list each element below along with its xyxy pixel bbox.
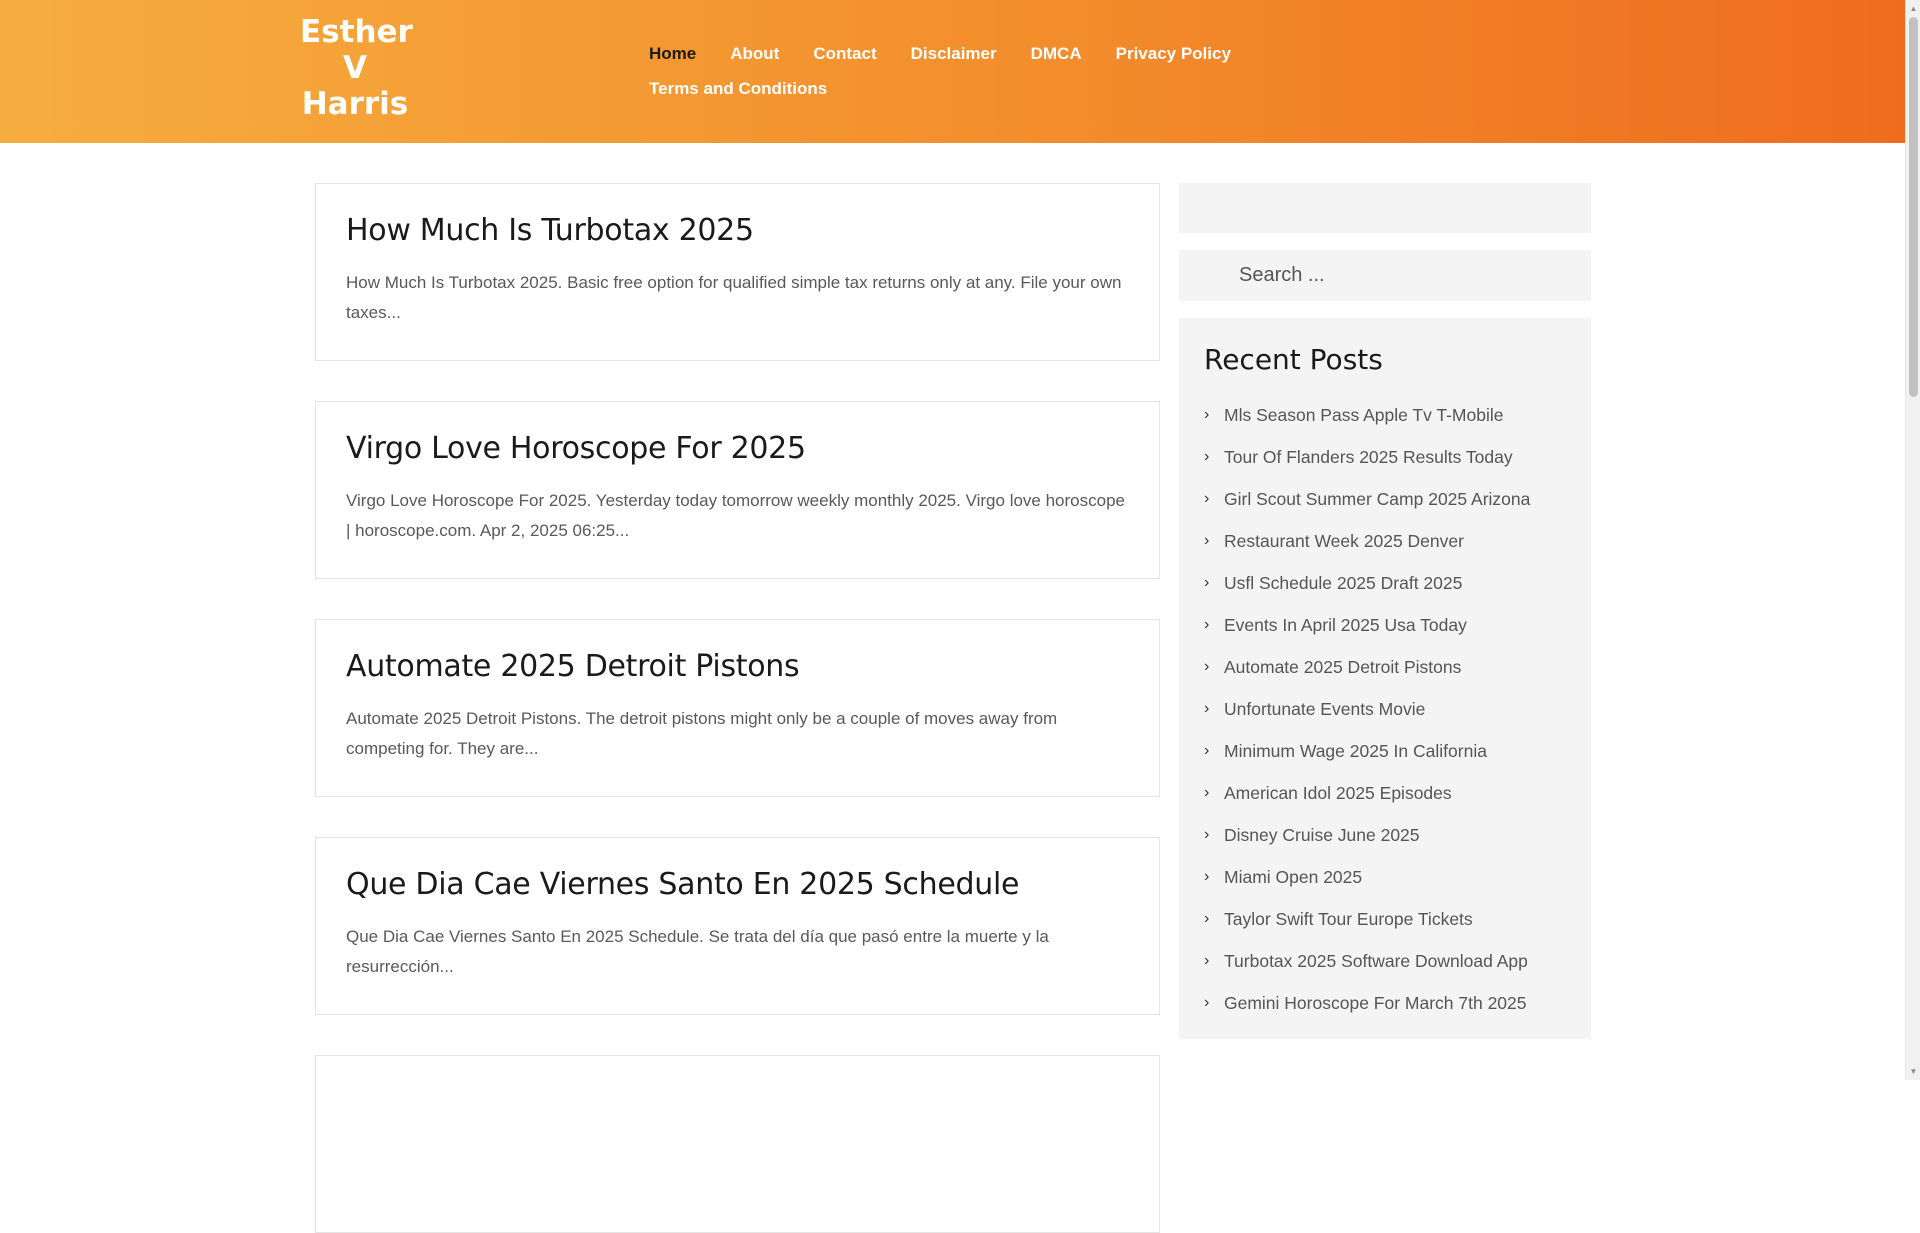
post-excerpt: Virgo Love Horoscope For 2025. Yesterday… bbox=[346, 491, 1125, 540]
recent-posts-widget: Recent Posts › Mls Season Pass Apple Tv T… bbox=[1179, 318, 1591, 1039]
recent-post-link[interactable]: Turbotax 2025 Software Download App bbox=[1224, 951, 1528, 972]
recent-post-link[interactable]: Disney Cruise June 2025 bbox=[1224, 825, 1420, 846]
recent-post-link[interactable]: Gemini Horoscope For March 7th 2025 bbox=[1224, 993, 1527, 1014]
nav-item-dmca[interactable]: DMCA bbox=[1031, 44, 1082, 64]
recent-post-item[interactable]: › Disney Cruise June 2025 bbox=[1204, 814, 1566, 856]
chevron-right-icon: › bbox=[1204, 868, 1210, 885]
arrow-down-icon[interactable]: ▼ bbox=[1906, 1063, 1920, 1080]
chevron-right-icon: › bbox=[1204, 700, 1210, 717]
post-card: Automate 2025 Detroit Pistons Automate 2… bbox=[315, 619, 1160, 797]
chevron-right-icon: › bbox=[1204, 490, 1210, 507]
scrollbar-thumb[interactable] bbox=[1909, 17, 1918, 397]
site-header: Esther V Harris Home About Contact Discl… bbox=[0, 0, 1905, 143]
main-nav: Home About Contact Disclaimer DMCA Priva… bbox=[649, 36, 1249, 106]
page-scrollbar[interactable]: ▲ ▼ bbox=[1905, 0, 1920, 1080]
chevron-right-icon: › bbox=[1204, 574, 1210, 591]
brand-line: V bbox=[343, 50, 367, 86]
chevron-right-icon: › bbox=[1204, 826, 1210, 843]
recent-posts-title: Recent Posts bbox=[1204, 343, 1383, 376]
chevron-right-icon: › bbox=[1204, 616, 1210, 633]
recent-post-link[interactable]: Usfl Schedule 2025 Draft 2025 bbox=[1224, 573, 1462, 594]
nav-row: Terms and Conditions bbox=[649, 71, 1249, 106]
recent-post-item[interactable]: › Events In April 2025 Usa Today bbox=[1204, 604, 1566, 646]
chevron-right-icon: › bbox=[1204, 448, 1210, 465]
recent-post-item[interactable]: › Mls Season Pass Apple Tv T-Mobile bbox=[1204, 394, 1566, 436]
arrow-up-icon[interactable]: ▲ bbox=[1906, 0, 1920, 17]
recent-post-item[interactable]: › Unfortunate Events Movie bbox=[1204, 688, 1566, 730]
search-input[interactable] bbox=[1179, 250, 1591, 301]
post-title-link[interactable]: How Much Is Turbotax 2025 bbox=[346, 212, 1129, 250]
recent-post-item[interactable]: › Miami Open 2025 bbox=[1204, 856, 1566, 898]
recent-posts-list: › Mls Season Pass Apple Tv T-Mobile › Tour … bbox=[1204, 394, 1566, 1024]
recent-post-item[interactable]: › American Idol 2025 Episodes bbox=[1204, 772, 1566, 814]
post-card bbox=[315, 1055, 1160, 1233]
post-excerpt: Que Dia Cae Viernes Santo En 2025 Schedu… bbox=[346, 927, 1049, 976]
recent-post-item[interactable]: › Minimum Wage 2025 In California bbox=[1204, 730, 1566, 772]
nav-item-home[interactable]: Home bbox=[649, 44, 696, 64]
recent-post-link[interactable]: Miami Open 2025 bbox=[1224, 867, 1362, 888]
recent-post-link[interactable]: American Idol 2025 Episodes bbox=[1224, 783, 1452, 804]
recent-post-item[interactable]: › Automate 2025 Detroit Pistons bbox=[1204, 646, 1566, 688]
chevron-right-icon: › bbox=[1204, 994, 1210, 1011]
recent-post-item[interactable]: › Taylor Swift Tour Europe Tickets bbox=[1204, 898, 1566, 940]
brand-line: Esther bbox=[300, 14, 413, 50]
nav-item-terms[interactable]: Terms and Conditions bbox=[649, 79, 827, 99]
post-title-link[interactable]: Virgo Love Horoscope For 2025 bbox=[346, 430, 1129, 468]
nav-item-privacy-policy[interactable]: Privacy Policy bbox=[1116, 44, 1231, 64]
chevron-right-icon: › bbox=[1204, 406, 1210, 423]
recent-post-link[interactable]: Restaurant Week 2025 Denver bbox=[1224, 531, 1464, 552]
nav-item-about[interactable]: About bbox=[730, 44, 779, 64]
recent-post-link[interactable]: Mls Season Pass Apple Tv T-Mobile bbox=[1224, 405, 1504, 426]
site-brand[interactable]: Esther V Harris bbox=[300, 14, 413, 122]
brand-line: Harris bbox=[301, 86, 409, 122]
post-title-link[interactable]: Que Dia Cae Viernes Santo En 2025 Schedu… bbox=[346, 866, 1129, 904]
recent-post-item[interactable]: › Tour Of Flanders 2025 Results Today bbox=[1204, 436, 1566, 478]
recent-post-item[interactable]: › Gemini Horoscope For March 7th 2025 bbox=[1204, 982, 1566, 1024]
recent-post-item[interactable]: › Restaurant Week 2025 Denver bbox=[1204, 520, 1566, 562]
recent-post-link[interactable]: Automate 2025 Detroit Pistons bbox=[1224, 657, 1461, 678]
post-excerpt: How Much Is Turbotax 2025. Basic free op… bbox=[346, 273, 1122, 322]
recent-post-item[interactable]: › Usfl Schedule 2025 Draft 2025 bbox=[1204, 562, 1566, 604]
chevron-right-icon: › bbox=[1204, 784, 1210, 801]
recent-post-link[interactable]: Minimum Wage 2025 In California bbox=[1224, 741, 1487, 762]
post-card: Virgo Love Horoscope For 2025 Virgo Love… bbox=[315, 401, 1160, 579]
recent-post-link[interactable]: Taylor Swift Tour Europe Tickets bbox=[1224, 909, 1473, 930]
nav-item-contact[interactable]: Contact bbox=[813, 44, 876, 64]
post-card: How Much Is Turbotax 2025 How Much Is Tu… bbox=[315, 183, 1160, 361]
chevron-right-icon: › bbox=[1204, 532, 1210, 549]
recent-post-link[interactable]: Unfortunate Events Movie bbox=[1224, 699, 1425, 720]
recent-post-link[interactable]: Events In April 2025 Usa Today bbox=[1224, 615, 1467, 636]
chevron-right-icon: › bbox=[1204, 658, 1210, 675]
nav-item-disclaimer[interactable]: Disclaimer bbox=[911, 44, 997, 64]
chevron-right-icon: › bbox=[1204, 952, 1210, 969]
sidebar-empty-widget bbox=[1179, 183, 1591, 233]
chevron-right-icon: › bbox=[1204, 742, 1210, 759]
nav-row: Home About Contact Disclaimer DMCA Priva… bbox=[649, 36, 1249, 71]
recent-post-item[interactable]: › Turbotax 2025 Software Download App bbox=[1204, 940, 1566, 982]
post-card: Que Dia Cae Viernes Santo En 2025 Schedu… bbox=[315, 837, 1160, 1015]
recent-post-link[interactable]: Girl Scout Summer Camp 2025 Arizona bbox=[1224, 489, 1530, 510]
post-title-link[interactable]: Automate 2025 Detroit Pistons bbox=[346, 648, 1129, 686]
chevron-right-icon: › bbox=[1204, 910, 1210, 927]
recent-post-item[interactable]: › Girl Scout Summer Camp 2025 Arizona bbox=[1204, 478, 1566, 520]
recent-post-link[interactable]: Tour Of Flanders 2025 Results Today bbox=[1224, 447, 1513, 468]
post-excerpt: Automate 2025 Detroit Pistons. The detro… bbox=[346, 709, 1058, 758]
search-widget bbox=[1179, 250, 1591, 301]
